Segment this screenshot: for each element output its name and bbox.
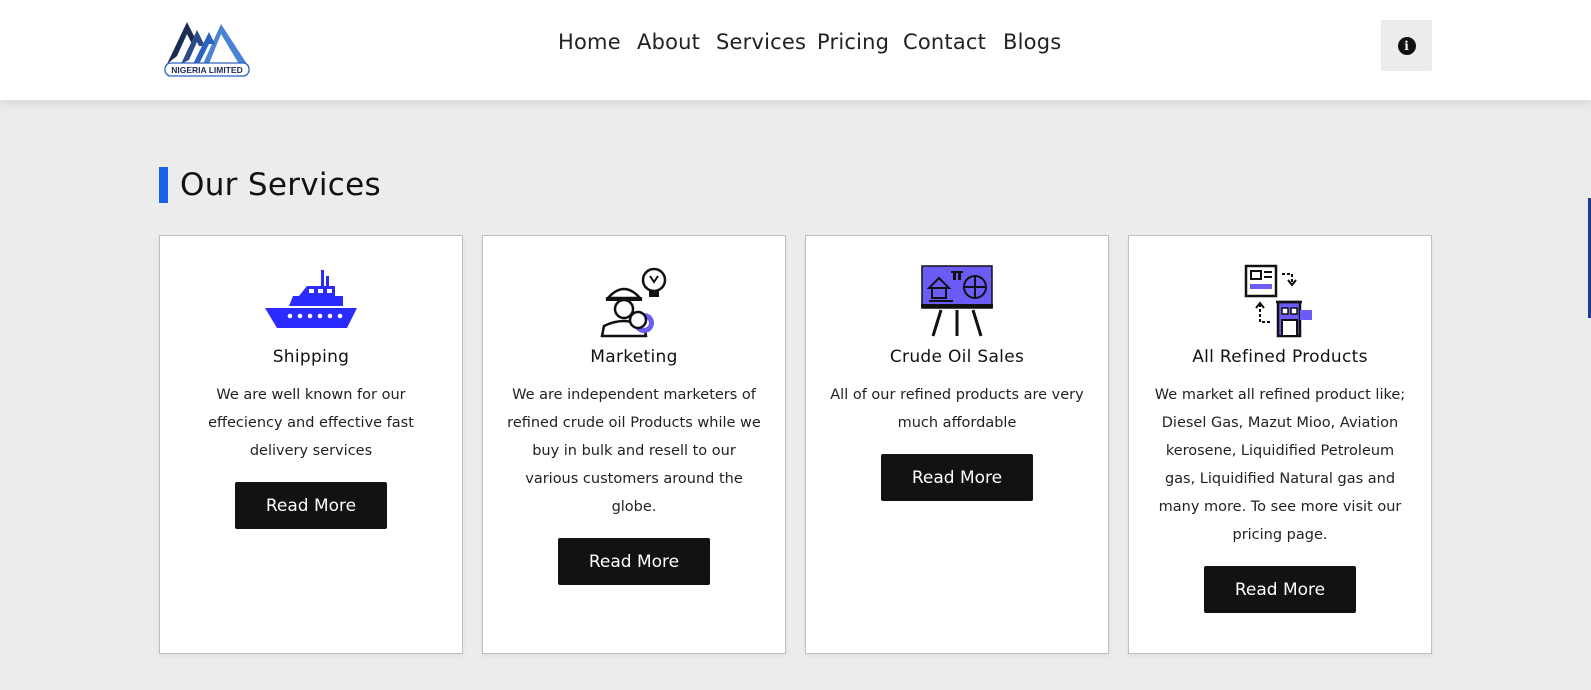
exchange-documents-icon	[1230, 264, 1330, 340]
read-more-button[interactable]: Read More	[558, 538, 710, 585]
service-card-refined-products: All Refined Products We market all refin…	[1128, 235, 1432, 654]
card-title: Crude Oil Sales	[889, 347, 1025, 367]
presentation-board-icon	[907, 264, 1007, 340]
nav-home[interactable]: Home	[558, 30, 621, 54]
section-heading: Our Services	[159, 166, 381, 204]
page-title: Our Services	[180, 167, 381, 203]
site-header: NIGERIA LIMITED Home About Services Pric…	[0, 0, 1591, 100]
read-more-button[interactable]: Read More	[881, 454, 1033, 501]
service-card-marketing: Marketing We are independent marketers o…	[482, 235, 786, 654]
ship-icon	[261, 264, 361, 340]
card-description: We market all refined product like; Dies…	[1154, 387, 1406, 543]
service-card-shipping: Shipping We are well known for our effec…	[159, 235, 463, 654]
card-title: Marketing	[590, 347, 678, 367]
service-card-crude-oil-sales: Crude Oil Sales All of our refined produ…	[805, 235, 1109, 654]
read-more-button[interactable]: Read More	[235, 482, 387, 529]
read-more-button[interactable]: Read More	[1204, 566, 1356, 613]
heading-accent-bar	[159, 167, 168, 203]
card-description: All of our refined products are very muc…	[830, 387, 1084, 431]
nav-services[interactable]: Services	[716, 30, 806, 54]
main-nav: Home About Services Pricing Contact Blog…	[0, 0, 1591, 92]
info-circle-icon: i	[1397, 36, 1416, 55]
card-title: Shipping	[272, 347, 350, 367]
info-button[interactable]: i	[1381, 20, 1432, 71]
card-title: All Refined Products	[1192, 347, 1368, 367]
card-description: We are well known for our effeciency and…	[208, 387, 414, 459]
engineer-idea-icon	[584, 264, 684, 340]
card-description: We are independent marketers of refined …	[507, 387, 761, 515]
nav-pricing[interactable]: Pricing	[817, 30, 889, 54]
nav-blogs[interactable]: Blogs	[1003, 30, 1061, 54]
nav-contact[interactable]: Contact	[903, 30, 986, 54]
nav-about[interactable]: About	[637, 30, 700, 54]
